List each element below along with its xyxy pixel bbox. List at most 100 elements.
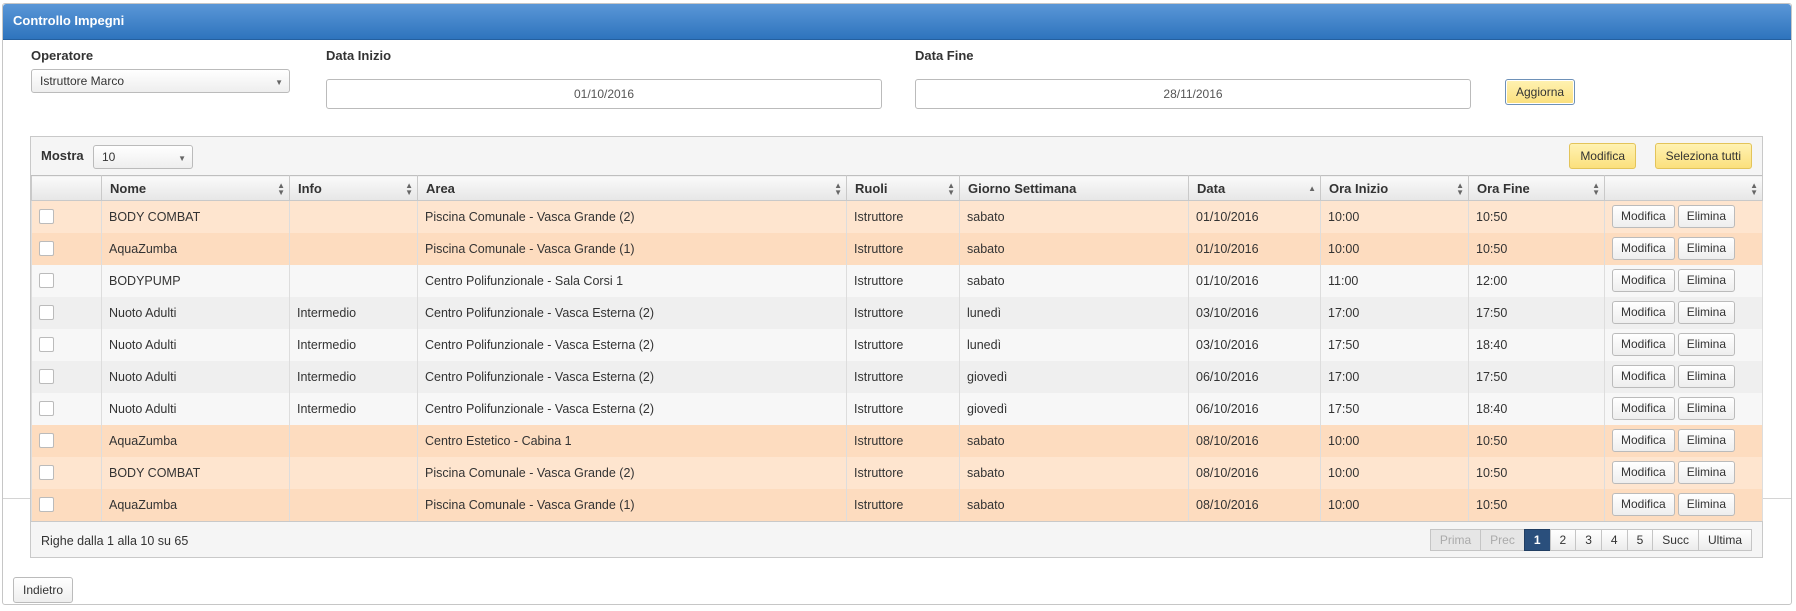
table-row[interactable]: Nuoto Adulti Intermedio Centro Polifunzion…: [31, 392, 1763, 425]
page-button-5[interactable]: 5: [1626, 528, 1654, 551]
table-row[interactable]: BODY COMBAT Piscina Comunale - Vasca Gran…: [31, 200, 1763, 233]
page-next-button[interactable]: Succ: [1652, 528, 1699, 551]
row-elimina-button[interactable]: Elimina: [1677, 461, 1736, 484]
rows-summary: Righe dalla 1 alla 10 su 65: [41, 533, 189, 548]
row-modifica-button[interactable]: Modifica: [1612, 269, 1675, 292]
row-modifica-button[interactable]: Modifica: [1612, 461, 1675, 484]
nome-cell: AquaZumba: [101, 488, 290, 521]
page-prev-button[interactable]: Prec: [1480, 528, 1525, 551]
row-checkbox[interactable]: [39, 337, 54, 353]
actions-cell: Modifica Elimina: [1604, 264, 1763, 297]
select-cell: [31, 488, 102, 521]
row-elimina-button[interactable]: Elimina: [1677, 205, 1736, 229]
table-row[interactable]: AquaZumba Centro Estetico - Cabina 1 Istru…: [31, 424, 1763, 457]
col-header-actions[interactable]: ▲ ▼: [1604, 175, 1763, 201]
page-button-2[interactable]: 2: [1549, 528, 1577, 551]
row-elimina-button[interactable]: Elimina: [1677, 269, 1736, 292]
seleziona-tutti-button[interactable]: Seleziona tutti: [1654, 143, 1752, 169]
ruoli-cell: Istruttore: [846, 232, 960, 265]
col-header-data[interactable]: Data ▲: [1188, 175, 1321, 201]
ruoli-cell: Istruttore: [846, 200, 960, 233]
giorno-cell: sabato: [959, 424, 1189, 457]
row-modifica-button[interactable]: Modifica: [1612, 493, 1675, 516]
table-row[interactable]: AquaZumba Piscina Comunale - Vasca Grande…: [31, 232, 1763, 265]
ora-fine-cell: 12:00: [1468, 264, 1605, 297]
row-checkbox[interactable]: [39, 433, 54, 449]
page-button-1[interactable]: 1: [1523, 528, 1551, 551]
select-cell: [31, 392, 102, 425]
table-row[interactable]: BODYPUMP Centro Polifunzionale - Sala Cor…: [31, 264, 1763, 297]
area-cell: Centro Estetico - Cabina 1: [417, 424, 847, 457]
giorno-cell: giovedì: [959, 392, 1189, 425]
select-cell: [31, 296, 102, 329]
row-modifica-button[interactable]: Modifica: [1612, 397, 1675, 420]
table-row[interactable]: Nuoto Adulti Intermedio Centro Polifunzion…: [31, 360, 1763, 393]
aggiorna-button[interactable]: Aggiorna: [1505, 79, 1576, 105]
row-modifica-button[interactable]: Modifica: [1612, 205, 1675, 229]
row-checkbox[interactable]: [39, 369, 54, 385]
page-button-4[interactable]: 4: [1600, 528, 1628, 551]
data-fine-input[interactable]: 28/11/2016: [915, 79, 1471, 109]
row-elimina-button[interactable]: Elimina: [1677, 397, 1736, 420]
row-elimina-button[interactable]: Elimina: [1677, 429, 1736, 452]
col-header-area[interactable]: Area ▲ ▼: [417, 175, 847, 201]
page-first-button[interactable]: Prima: [1429, 528, 1482, 551]
info-cell: [289, 200, 418, 233]
page-last-button[interactable]: Ultima: [1697, 528, 1752, 551]
page-button-3[interactable]: 3: [1575, 528, 1602, 551]
col-header-nome[interactable]: Nome ▲ ▼: [101, 175, 290, 201]
operatore-select[interactable]: Istruttore Marco ▼: [31, 69, 290, 93]
data-cell: 03/10/2016: [1188, 296, 1321, 329]
row-modifica-button[interactable]: Modifica: [1612, 301, 1675, 324]
row-elimina-button[interactable]: Elimina: [1677, 301, 1736, 324]
data-cell: 03/10/2016: [1188, 328, 1321, 361]
col-header-ora-fine[interactable]: Ora Fine ▲ ▼: [1468, 175, 1605, 201]
row-modifica-button[interactable]: Modifica: [1612, 237, 1675, 260]
col-header-info[interactable]: Info ▲ ▼: [289, 175, 418, 201]
ruoli-cell: Istruttore: [846, 392, 960, 425]
row-checkbox[interactable]: [39, 209, 54, 225]
row-elimina-button[interactable]: Elimina: [1677, 237, 1736, 260]
grid-footer: Righe dalla 1 alla 10 su 65 Prima Prec 1…: [31, 520, 1762, 559]
data-cell: 01/10/2016: [1188, 264, 1321, 297]
col-header-ruoli[interactable]: Ruoli ▲ ▼: [846, 175, 960, 201]
select-cell: [31, 360, 102, 393]
giorno-cell: sabato: [959, 456, 1189, 489]
ora-inizio-cell: 10:00: [1320, 200, 1469, 233]
table-row[interactable]: Nuoto Adulti Intermedio Centro Polifunzion…: [31, 296, 1763, 329]
table-row[interactable]: AquaZumba Piscina Comunale - Vasca Grande…: [31, 488, 1763, 521]
area-cell: Piscina Comunale - Vasca Grande (1): [417, 488, 847, 521]
ora-fine-cell: 17:50: [1468, 360, 1605, 393]
col-header-ora-inizio[interactable]: Ora Inizio ▲ ▼: [1320, 175, 1469, 201]
row-modifica-button[interactable]: Modifica: [1612, 365, 1675, 388]
data-inizio-input[interactable]: 01/10/2016: [326, 79, 882, 109]
indietro-button[interactable]: Indietro: [13, 577, 74, 603]
info-cell: [289, 424, 418, 457]
row-checkbox[interactable]: [39, 305, 54, 321]
sort-icon: ▲ ▼: [405, 181, 413, 197]
row-checkbox[interactable]: [39, 465, 54, 481]
table-row[interactable]: BODY COMBAT Piscina Comunale - Vasca Gran…: [31, 456, 1763, 489]
row-elimina-button[interactable]: Elimina: [1677, 365, 1736, 388]
page-size-select[interactable]: 10 ▼: [93, 145, 193, 169]
info-cell: [289, 232, 418, 265]
row-elimina-button[interactable]: Elimina: [1677, 333, 1736, 356]
row-modifica-button[interactable]: Modifica: [1612, 333, 1675, 356]
impegni-table: Nome ▲ ▼ Info ▲ ▼ Area ▲ ▼ Ruoli ▲ ▼ Giorno Sett…: [31, 175, 1763, 521]
data-cell: 06/10/2016: [1188, 360, 1321, 393]
area-cell: Piscina Comunale - Vasca Grande (1): [417, 232, 847, 265]
ora-inizio-cell: 11:00: [1320, 264, 1469, 297]
modifica-selected-button[interactable]: Modifica: [1569, 143, 1636, 169]
row-elimina-button[interactable]: Elimina: [1677, 493, 1736, 516]
page-size-value: 10: [102, 150, 116, 164]
row-checkbox[interactable]: [39, 273, 54, 289]
data-cell: 01/10/2016: [1188, 200, 1321, 233]
nome-cell: BODYPUMP: [101, 264, 290, 297]
row-modifica-button[interactable]: Modifica: [1612, 429, 1675, 452]
row-checkbox[interactable]: [39, 401, 54, 417]
table-row[interactable]: Nuoto Adulti Intermedio Centro Polifunzion…: [31, 328, 1763, 361]
data-inizio-label: Data Inizio: [326, 48, 392, 63]
select-cell: [31, 328, 102, 361]
row-checkbox[interactable]: [39, 497, 54, 513]
row-checkbox[interactable]: [39, 241, 54, 257]
